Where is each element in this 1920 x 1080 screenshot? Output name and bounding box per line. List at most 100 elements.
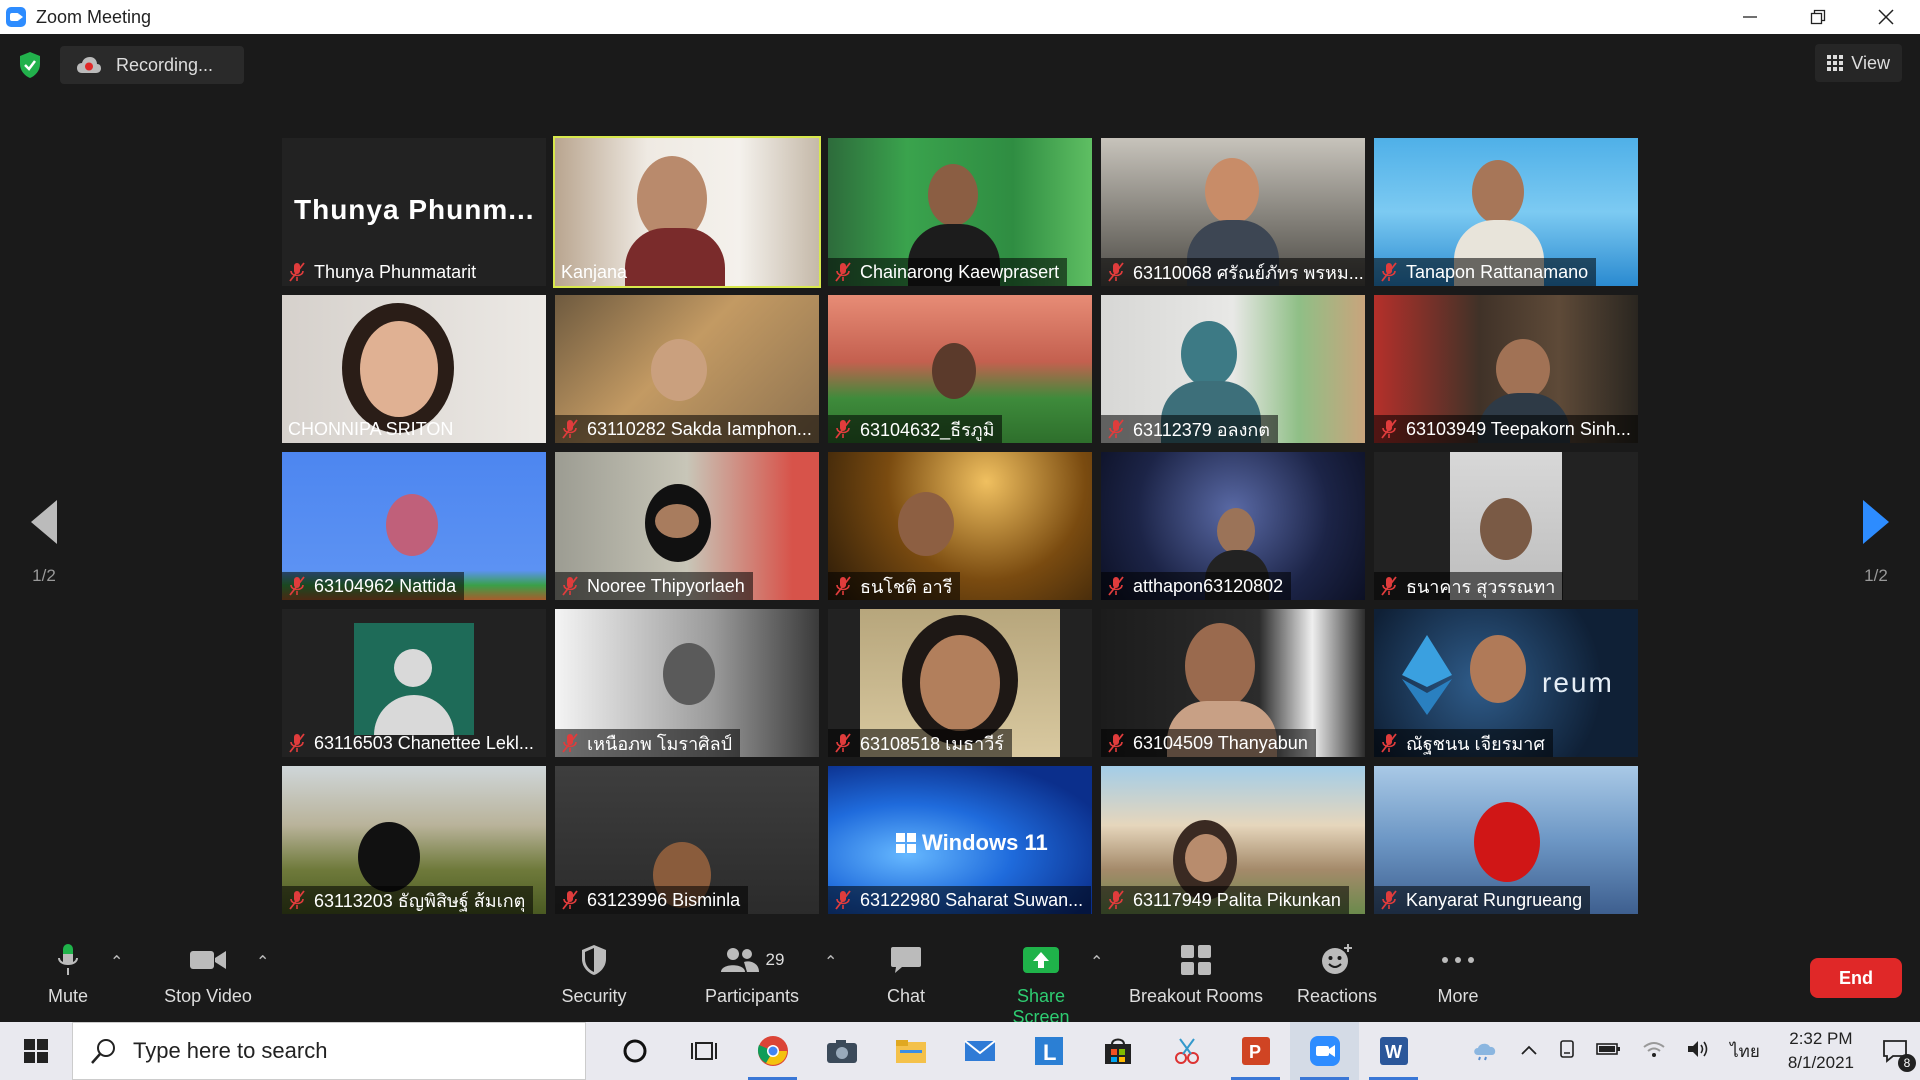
- word-icon[interactable]: W: [1359, 1022, 1428, 1080]
- participant-tile[interactable]: 63104509 Thanyabun: [1101, 609, 1365, 757]
- store-icon[interactable]: [1083, 1022, 1152, 1080]
- camera-app-icon[interactable]: [807, 1022, 876, 1080]
- chat-button[interactable]: Chat: [876, 940, 936, 1007]
- participant-name: 63110282 Sakda Iamphon...: [587, 418, 812, 439]
- participant-label: atthapon63120802: [1101, 572, 1292, 600]
- share-screen-button[interactable]: Share Screen: [986, 940, 1096, 1028]
- weather-icon[interactable]: [1470, 1037, 1500, 1066]
- participant-name: 63122980 Saharat Suwan...: [860, 889, 1084, 910]
- close-button[interactable]: [1852, 0, 1920, 34]
- participant-tile[interactable]: Kanyarat Rungrueang: [1374, 766, 1638, 914]
- line-app-icon[interactable]: L: [1014, 1022, 1083, 1080]
- input-language[interactable]: ไทย: [1730, 1038, 1760, 1065]
- volume-icon[interactable]: [1686, 1039, 1710, 1064]
- windows-taskbar: Type here to search L P W ไทย 2:32 PM 8/…: [0, 1022, 1920, 1080]
- ethereum-text: reum: [1542, 667, 1614, 698]
- meeting-toolbar: Mute ⌃ Stop Video ⌃ Security 29 Particip…: [0, 932, 1920, 1027]
- clock-time: 2:32 PM: [1789, 1029, 1853, 1048]
- participants-options-caret-icon[interactable]: ⌃: [824, 952, 837, 972]
- notification-center-button[interactable]: 8: [1872, 1022, 1920, 1080]
- muted-mic-icon: [288, 890, 306, 910]
- security-button[interactable]: Security: [554, 940, 634, 1007]
- participant-tile[interactable]: 63108518 เมธาวีร์: [828, 609, 1092, 757]
- participant-tile-active-speaker[interactable]: Kanjana: [553, 136, 821, 288]
- mail-icon[interactable]: [945, 1022, 1014, 1080]
- participant-name: 63112379 อลงกต: [1133, 419, 1270, 440]
- participant-tile[interactable]: Windows 11 63122980 Saharat Suwan...: [828, 766, 1092, 914]
- share-options-caret-icon[interactable]: ⌃: [1090, 952, 1103, 972]
- participant-label: 63104509 Thanyabun: [1101, 729, 1316, 757]
- encryption-shield-icon[interactable]: [18, 51, 42, 79]
- participant-tile[interactable]: ธนโชติ อารี: [828, 452, 1092, 600]
- taskbar-search-box[interactable]: Type here to search: [72, 1022, 586, 1080]
- device-icon[interactable]: [1558, 1039, 1576, 1064]
- participant-tile[interactable]: Thunya Phunm... Thunya Phunmatarit: [282, 138, 546, 286]
- participant-name: Thunya Phunmatarit: [314, 261, 477, 282]
- participant-name: atthapon63120802: [1133, 575, 1284, 596]
- end-meeting-button[interactable]: End: [1810, 958, 1902, 998]
- participant-tile[interactable]: 63104632_ธีรภูมิ: [828, 295, 1092, 443]
- minimize-button[interactable]: [1716, 0, 1784, 34]
- participant-label: ธนโชติ อารี: [828, 572, 961, 600]
- participant-name: 63104962 Nattida: [314, 575, 457, 596]
- participant-tile[interactable]: 63112379 อลงกต: [1101, 295, 1365, 443]
- participant-name: 63110068 ศรัณย์ภัทร พรหม...: [1133, 262, 1364, 283]
- participant-name: Kanyarat Rungrueang: [1406, 889, 1583, 910]
- page-indicator-left: 1/2: [32, 566, 56, 585]
- participant-tile[interactable]: 63113203 ธัญพิสิษฐ์ ส้มเกตุ: [282, 766, 546, 914]
- reactions-smiley-icon: [1322, 944, 1352, 974]
- default-avatar: [354, 623, 474, 735]
- view-button[interactable]: View: [1815, 44, 1902, 82]
- recording-label: Recording...: [116, 54, 214, 75]
- participant-tile[interactable]: atthapon63120802: [1101, 452, 1365, 600]
- svg-text:L: L: [1043, 1040, 1056, 1065]
- next-page-nav[interactable]: 1/2: [1846, 500, 1906, 586]
- participant-label: Kanjana: [555, 258, 635, 286]
- recording-indicator[interactable]: Recording...: [60, 46, 244, 84]
- chevron-up-icon[interactable]: [1520, 1041, 1538, 1061]
- more-button[interactable]: More: [1428, 940, 1488, 1007]
- chrome-icon[interactable]: [738, 1022, 807, 1080]
- avatar-head-icon: [394, 649, 432, 687]
- battery-icon[interactable]: [1596, 1041, 1622, 1062]
- participants-button[interactable]: 29 Participants: [700, 940, 804, 1007]
- participant-tile[interactable]: เหนือภพ โมราศิลป์: [555, 609, 819, 757]
- video-options-caret-icon[interactable]: ⌃: [256, 952, 269, 972]
- arrow-right-icon[interactable]: [1863, 500, 1889, 544]
- zoom-taskbar-icon[interactable]: [1290, 1022, 1359, 1080]
- participant-label: Chainarong Kaewprasert: [828, 258, 1068, 286]
- wifi-icon[interactable]: [1642, 1039, 1666, 1064]
- muted-mic-icon: [1380, 576, 1398, 596]
- participant-tile[interactable]: 63123996 Bisminla: [555, 766, 819, 914]
- snipping-tool-icon[interactable]: [1152, 1022, 1221, 1080]
- participant-tile[interactable]: 63110282 Sakda Iamphon...: [555, 295, 819, 443]
- participant-tile[interactable]: 63103949 Teepakorn Sinh...: [1374, 295, 1638, 443]
- mute-button[interactable]: Mute: [38, 940, 98, 1007]
- participant-tile[interactable]: Nooree Thipyorlaeh: [555, 452, 819, 600]
- participant-tile[interactable]: Chainarong Kaewprasert: [828, 138, 1092, 286]
- security-shield-icon: [582, 945, 606, 975]
- previous-page-nav[interactable]: 1/2: [14, 500, 74, 586]
- cortana-icon[interactable]: [600, 1022, 669, 1080]
- audio-options-caret-icon[interactable]: ⌃: [110, 952, 123, 972]
- breakout-rooms-button[interactable]: Breakout Rooms: [1126, 940, 1266, 1007]
- taskbar-clock[interactable]: 2:32 PM 8/1/2021: [1788, 1027, 1854, 1075]
- participant-tile[interactable]: 63104962 Nattida: [282, 452, 546, 600]
- participant-tile[interactable]: Tanapon Rattanamano: [1374, 138, 1638, 286]
- restore-button[interactable]: [1784, 0, 1852, 34]
- participant-tile[interactable]: 63116503 Chanettee Lekl...: [282, 609, 546, 757]
- participant-label: ณัฐชนน เจียรมาศ: [1374, 729, 1553, 757]
- stop-video-button[interactable]: Stop Video: [158, 940, 258, 1007]
- participant-tile[interactable]: 63117949 Palita Pikunkan: [1101, 766, 1365, 914]
- file-explorer-icon[interactable]: [876, 1022, 945, 1080]
- powerpoint-icon[interactable]: P: [1221, 1022, 1290, 1080]
- reactions-button[interactable]: Reactions: [1294, 940, 1380, 1007]
- task-view-icon[interactable]: [669, 1022, 738, 1080]
- participant-tile[interactable]: 63110068 ศรัณย์ภัทร พรหม...: [1101, 138, 1365, 286]
- participant-tile[interactable]: ธนาคาร สุวรรณทา: [1374, 452, 1638, 600]
- participant-tile[interactable]: reum ณัฐชนน เจียรมาศ: [1374, 609, 1638, 757]
- participant-tile[interactable]: CHONNIPA SRITON: [282, 295, 546, 443]
- start-button[interactable]: [0, 1022, 72, 1080]
- arrow-left-icon[interactable]: [31, 500, 57, 544]
- participants-count: 29: [765, 950, 785, 969]
